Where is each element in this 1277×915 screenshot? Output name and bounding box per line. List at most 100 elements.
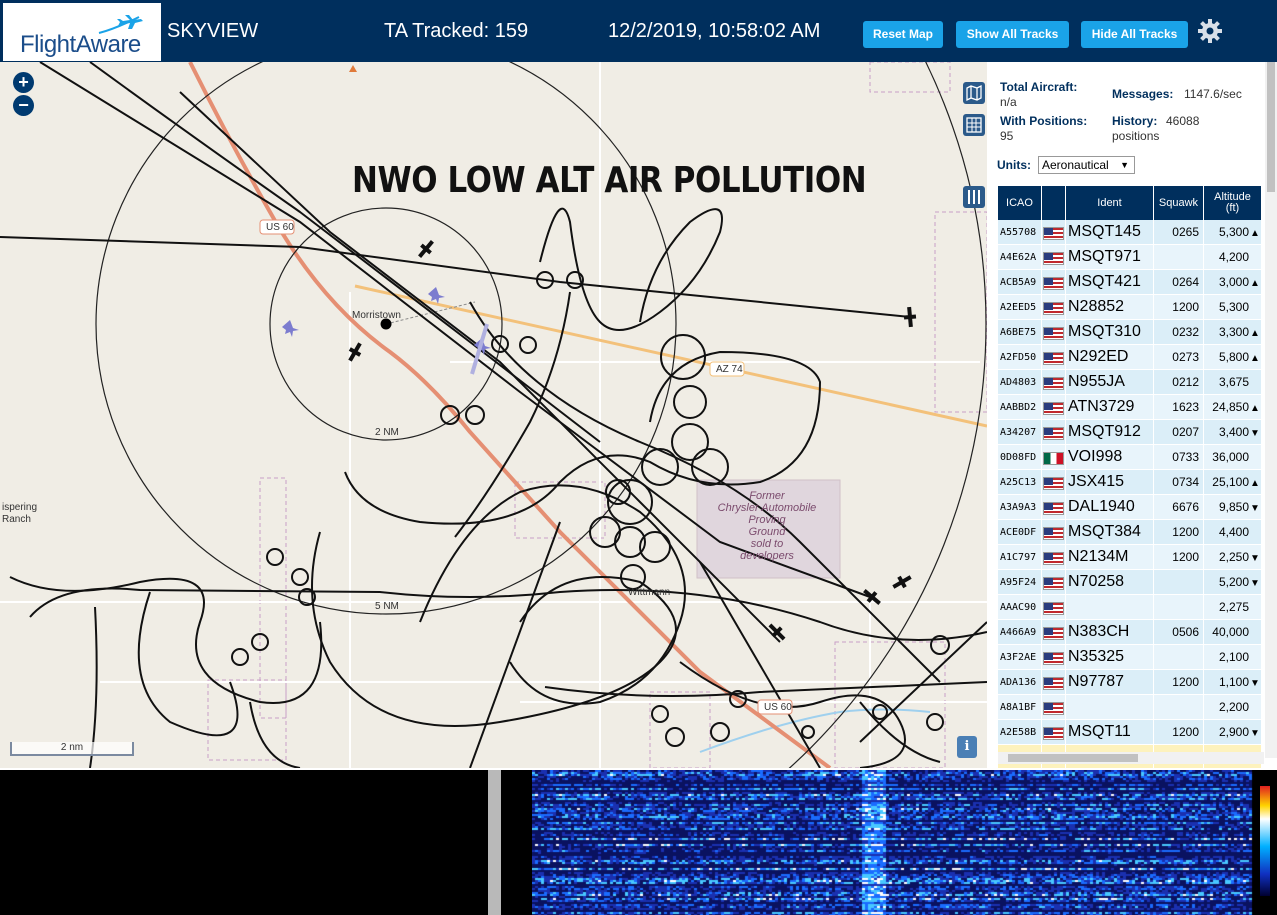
altitude-value: 5,800 — [1218, 350, 1249, 364]
us-flag-icon — [1043, 551, 1064, 565]
cell-squawk: 0212 — [1154, 370, 1204, 395]
cell-icao: A2EED5 — [998, 295, 1042, 320]
cell-squawk: 6676 — [1154, 495, 1204, 520]
col-icao[interactable]: ICAO — [998, 186, 1042, 220]
cell-flag — [1042, 445, 1066, 470]
units-select[interactable]: Aeronautical ▼ — [1038, 156, 1135, 174]
altitude-value: 2,275 — [1218, 600, 1249, 614]
us-flag-icon — [1043, 501, 1064, 515]
table-row[interactable]: AD4803 N955JA 0212 3,675 — [998, 370, 1262, 395]
table-row[interactable]: A3F2AE N35325 2,100 — [998, 645, 1262, 670]
cell-squawk: 1200 — [1154, 295, 1204, 320]
table-row[interactable]: A8A1BF 2,200 — [998, 695, 1262, 720]
cell-flag — [1042, 270, 1066, 295]
bottom-panel-left — [0, 770, 488, 915]
cell-altitude: 2,275 — [1204, 595, 1262, 620]
table-row[interactable]: A25C13 JSX415 0734 25,100▲ — [998, 470, 1262, 495]
reset-map-button[interactable]: Reset Map — [863, 21, 943, 48]
flightaware-logo[interactable]: FlightAware — [3, 3, 161, 61]
table-row[interactable]: A4E62A MSQT971 4,200 — [998, 245, 1262, 270]
altitude-trend-icon: ▲ — [1250, 478, 1260, 489]
table-row[interactable]: A95F24 N70258 5,200▼ — [998, 570, 1262, 595]
us-flag-icon — [1043, 651, 1064, 665]
cell-icao: A34207 — [998, 420, 1042, 445]
spectrum-waterfall — [532, 770, 1277, 915]
zoom-out-button[interactable]: − — [13, 95, 34, 116]
table-row[interactable]: ACE0DF MSQT384 1200 4,400 — [998, 520, 1262, 545]
cell-icao: A2FD50 — [998, 345, 1042, 370]
cell-ident: N28852 — [1066, 295, 1154, 320]
cell-ident — [1066, 695, 1154, 720]
table-row[interactable]: AABBD2 ATN3729 1623 24,850▲ — [998, 395, 1262, 420]
table-row[interactable]: ACB5A9 MSQT421 0264 3,000▲ — [998, 270, 1262, 295]
flight-map[interactable]: + − NWO LOW ALT AIR POLLUTION US 60 AZ 7… — [0, 62, 987, 768]
cell-icao: A25C13 — [998, 470, 1042, 495]
col-ident[interactable]: Ident — [1066, 186, 1154, 220]
altitude-trend-icon: ▼ — [1250, 553, 1260, 564]
altitude-value: 3,675 — [1218, 375, 1249, 389]
table-row[interactable]: A466A9 N383CH 0506 40,000 — [998, 620, 1262, 645]
cell-altitude: 5,300▲ — [1204, 220, 1262, 245]
table-row[interactable]: ADA136 N97787 1200 1,100▼ — [998, 670, 1262, 695]
cell-flag — [1042, 670, 1066, 695]
altitude-value: 4,400 — [1218, 525, 1249, 539]
az74-label: AZ 74 — [716, 364, 743, 375]
altitude-trend-icon: ▼ — [1250, 503, 1260, 514]
cell-altitude: 2,100 — [1204, 645, 1262, 670]
cell-altitude: 4,200 — [1204, 245, 1262, 270]
aircraft-table-body: A55708 MSQT145 0265 5,300▲ A4E62A MSQT971 4,20… — [998, 220, 1262, 768]
cell-icao: ACE0DF — [998, 520, 1042, 545]
cell-icao: A6BE75 — [998, 320, 1042, 345]
cell-flag — [1042, 245, 1066, 270]
history-value: 46088 — [1166, 114, 1200, 128]
table-row[interactable]: AAAC90 2,275 — [998, 595, 1262, 620]
current-datetime: 12/2/2019, 10:58:02 AM — [608, 20, 821, 42]
cell-altitude: 9,850▼ — [1204, 495, 1262, 520]
table-row[interactable]: A3A9A3 DAL1940 6676 9,850▼ — [998, 495, 1262, 520]
cell-squawk — [1154, 695, 1204, 720]
cell-flag — [1042, 545, 1066, 570]
col-squawk[interactable]: Squawk — [1154, 186, 1204, 220]
table-row[interactable]: A2FD50 N292ED 0273 5,800▲ — [998, 345, 1262, 370]
units-selected-value: Aeronautical — [1042, 158, 1109, 172]
cell-ident: MSQT145 — [1066, 220, 1154, 245]
show-all-tracks-button[interactable]: Show All Tracks — [956, 21, 1069, 48]
sidebar-horizontal-scrollbar[interactable] — [998, 752, 1264, 764]
map-layers-icon[interactable] — [963, 82, 985, 104]
info-button[interactable]: i — [957, 736, 977, 758]
hide-all-tracks-button[interactable]: Hide All Tracks — [1081, 21, 1188, 48]
scrollbar-thumb[interactable] — [1267, 62, 1275, 192]
table-row[interactable]: A55708 MSQT145 0265 5,300▲ — [998, 220, 1262, 245]
altitude-value: 5,300 — [1218, 300, 1249, 314]
columns-toggle-icon[interactable] — [963, 186, 985, 208]
us-flag-icon — [1043, 326, 1064, 340]
table-row[interactable]: A2EED5 N28852 1200 5,300 — [998, 295, 1262, 320]
scrollbar-thumb[interactable] — [1008, 754, 1138, 762]
cell-flag — [1042, 470, 1066, 495]
cell-squawk: 1200 — [1154, 720, 1204, 745]
cell-altitude: 5,300 — [1204, 295, 1262, 320]
us-flag-icon — [1043, 251, 1064, 265]
cell-ident: MSQT421 — [1066, 270, 1154, 295]
messages-value: 1147.6/sec — [1184, 87, 1242, 101]
cell-ident: VOI998 — [1066, 445, 1154, 470]
cell-ident: ATN3729 — [1066, 395, 1154, 420]
cell-squawk: 1200 — [1154, 545, 1204, 570]
gear-icon[interactable] — [1197, 18, 1223, 44]
cell-altitude: 3,300▲ — [1204, 320, 1262, 345]
col-flag[interactable] — [1042, 186, 1066, 220]
cell-ident: N35325 — [1066, 645, 1154, 670]
cell-ident: MSQT971 — [1066, 245, 1154, 270]
grid-toggle-icon[interactable] — [963, 114, 985, 136]
col-altitude[interactable]: Altitude (ft) — [1204, 186, 1262, 220]
zoom-in-button[interactable]: + — [13, 72, 34, 93]
table-row[interactable]: A34207 MSQT912 0207 3,400▼ — [998, 420, 1262, 445]
altitude-value: 9,850 — [1218, 500, 1249, 514]
total-aircraft-label: Total Aircraft: — [1000, 80, 1078, 94]
table-row[interactable]: 0D08FD VOI998 0733 36,000 — [998, 445, 1262, 470]
sidebar-vertical-scrollbar[interactable] — [1265, 62, 1277, 758]
table-row[interactable]: A2E58B MSQT11 1200 2,900▼ — [998, 720, 1262, 745]
cell-icao: A3F2AE — [998, 645, 1042, 670]
table-row[interactable]: A1C797 N2134M 1200 2,250▼ — [998, 545, 1262, 570]
table-row[interactable]: A6BE75 MSQT310 0232 3,300▲ — [998, 320, 1262, 345]
